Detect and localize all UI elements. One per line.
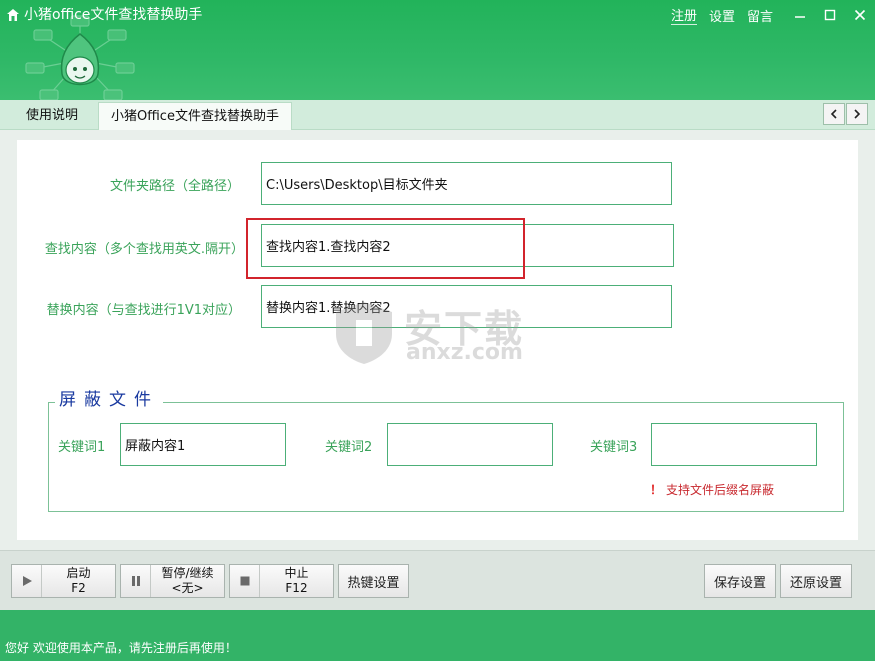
title-bar: 小猪office文件查找替换助手 注册 设置 留言 bbox=[0, 0, 875, 30]
folder-path-label: 文件夹路径（全路径） bbox=[109, 179, 240, 194]
stop-shortcut: F12 bbox=[285, 581, 308, 595]
keyword1-label: 关键词1 bbox=[58, 440, 106, 455]
pause-shortcut: <无> bbox=[171, 581, 204, 595]
keyword1-input[interactable]: 屏蔽内容1 bbox=[120, 423, 286, 466]
start-label: 启动 bbox=[66, 566, 91, 580]
restore-settings-button[interactable]: 还原设置 bbox=[780, 564, 852, 598]
hotkey-settings-button[interactable]: 热键设置 bbox=[338, 564, 409, 598]
minimize-button[interactable] bbox=[785, 5, 815, 25]
suffix-hint-text: 支持文件后缀名屏蔽 bbox=[666, 483, 775, 497]
suffix-hint: ！支持文件后缀名屏蔽 bbox=[650, 481, 774, 498]
replace-content-input[interactable]: 替换内容1.替换内容2 bbox=[261, 285, 672, 328]
keyword2-input[interactable] bbox=[387, 423, 553, 466]
play-icon bbox=[12, 565, 42, 597]
warning-icon: ！ bbox=[650, 483, 663, 497]
pause-resume-button[interactable]: 暂停/继续 <无> bbox=[120, 564, 225, 598]
close-button[interactable] bbox=[845, 5, 875, 25]
app-header: 小猪office文件查找替换助手 注册 设置 留言 bbox=[0, 0, 875, 100]
close-icon bbox=[854, 9, 866, 21]
replace-content-label: 替换内容（与查找进行1V1对应） bbox=[46, 303, 241, 318]
pause-icon bbox=[121, 565, 151, 597]
top-links: 注册 设置 留言 bbox=[670, 5, 875, 25]
keyword3-label: 关键词3 bbox=[590, 440, 638, 455]
settings-link[interactable]: 设置 bbox=[709, 6, 735, 25]
stop-icon bbox=[230, 565, 260, 597]
tab-strip: 使用说明 小猪Office文件查找替换助手 bbox=[0, 100, 875, 131]
find-content-input[interactable]: 查找内容1.查找内容2 bbox=[261, 224, 674, 267]
register-link[interactable]: 注册 bbox=[670, 5, 697, 25]
save-settings-button[interactable]: 保存设置 bbox=[704, 564, 776, 598]
folder-path-input[interactable]: C:\Users\Desktop\目标文件夹 bbox=[261, 162, 672, 205]
tab-instructions[interactable]: 使用说明 bbox=[14, 102, 90, 130]
stop-label: 中止 bbox=[284, 566, 309, 580]
keyword2-label: 关键词2 bbox=[325, 440, 373, 455]
minimize-icon bbox=[795, 16, 805, 18]
stop-button[interactable]: 中止 F12 bbox=[229, 564, 334, 598]
find-content-label: 查找内容（多个查找用英文.隔开） bbox=[44, 242, 244, 257]
app-title: 小猪office文件查找替换助手 bbox=[24, 7, 203, 23]
status-message: 您好 欢迎使用本产品，请先注册后再使用！ bbox=[5, 641, 237, 655]
status-bar: 您好 欢迎使用本产品，请先注册后再使用！ bbox=[0, 610, 875, 661]
keyword3-input[interactable] bbox=[651, 423, 817, 466]
chevron-left-icon bbox=[830, 109, 837, 119]
app-icon bbox=[7, 9, 19, 21]
feedback-link[interactable]: 留言 bbox=[747, 6, 773, 25]
tab-scroll-right-button[interactable] bbox=[846, 103, 868, 125]
maximize-icon bbox=[824, 9, 836, 21]
tab-scroll-left-button[interactable] bbox=[823, 103, 845, 125]
maximize-button[interactable] bbox=[815, 5, 845, 25]
bottom-toolbar: 启动 F2 暂停/继续 <无> 中止 F12 热键设置 保存设置 还原设置 bbox=[0, 550, 875, 610]
start-shortcut: F2 bbox=[71, 581, 86, 595]
chevron-right-icon bbox=[854, 109, 861, 119]
pause-label: 暂停/继续 bbox=[161, 566, 214, 580]
tab-find-replace[interactable]: 小猪Office文件查找替换助手 bbox=[98, 102, 292, 131]
start-button[interactable]: 启动 F2 bbox=[11, 564, 116, 598]
shield-files-title: 屏蔽文件 bbox=[55, 389, 163, 411]
